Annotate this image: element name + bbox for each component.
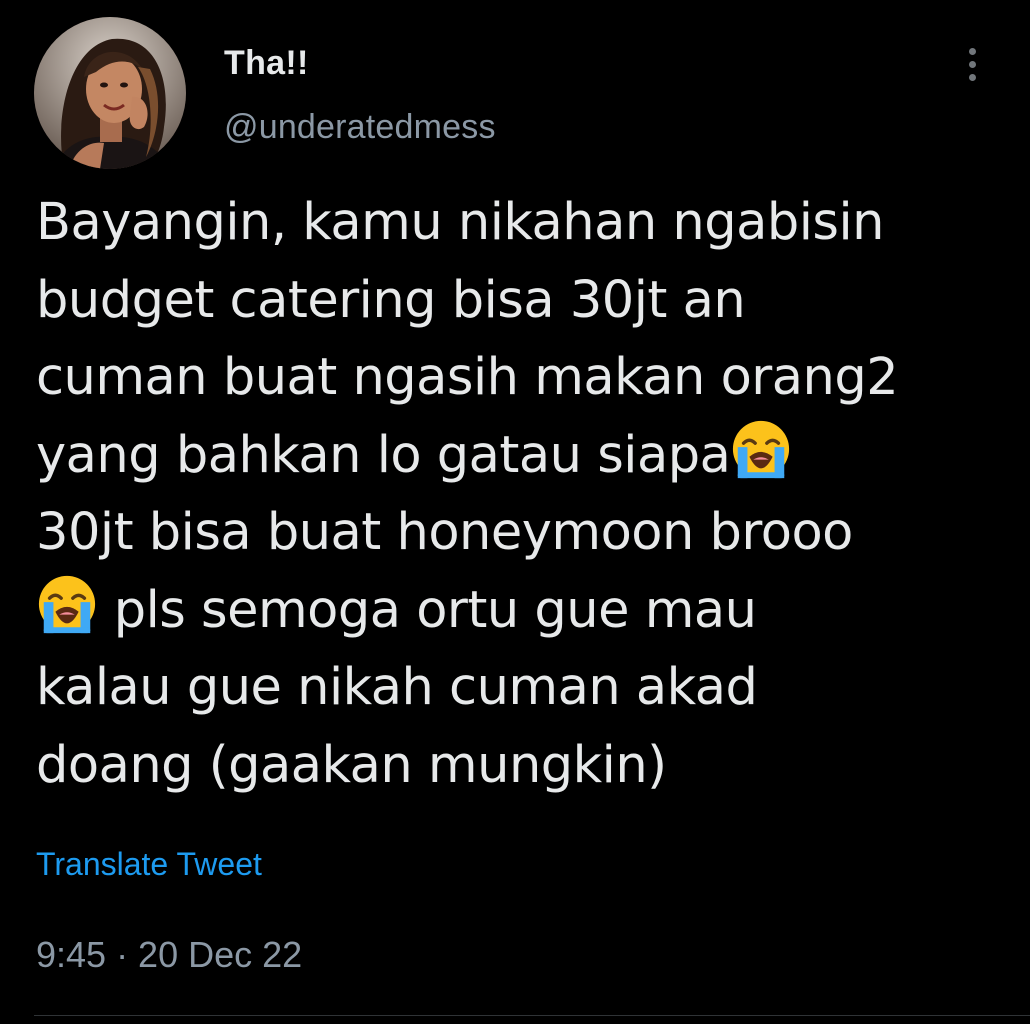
tweet-line: yang bahkan lo gatau siapa xyxy=(36,417,996,495)
more-options-button[interactable] xyxy=(950,40,994,88)
tweet-line: doang (gaakan mungkin) xyxy=(36,735,667,795)
display-name[interactable]: Tha!! xyxy=(224,44,309,83)
tweet-line: pls semoga ortu gue mau xyxy=(36,572,996,650)
tweet-line: cuman buat ngasih makan orang2 xyxy=(36,348,899,407)
user-handle[interactable]: @underatedmess xyxy=(224,108,496,147)
tweet-line: budget catering bisa 30jt an xyxy=(36,270,746,330)
tweet-text: Bayangin, kamu nikahan ngabisin budget c… xyxy=(36,184,996,804)
loudly-crying-face-icon xyxy=(38,575,96,633)
more-dot-icon xyxy=(968,73,976,81)
more-dot-icon xyxy=(968,47,976,55)
tweet-line: Bayangin, kamu nikahan ngabisin xyxy=(36,193,884,252)
tweet-timestamp[interactable]: 9:45 · 20 Dec 22 xyxy=(36,934,302,976)
avatar[interactable] xyxy=(34,17,186,169)
more-dot-icon xyxy=(968,60,976,68)
loudly-crying-face-icon xyxy=(733,420,790,478)
divider xyxy=(34,1015,1030,1016)
tweet-line: kalau gue nikah cuman akad xyxy=(36,658,758,717)
tweet: Tha!! @underatedmess Bayangin, kamu nika… xyxy=(0,0,1030,1024)
tweet-line: 30jt bisa buat honeymoon brooo xyxy=(36,503,853,562)
tweet-line-text: pls semoga ortu gue mau xyxy=(98,580,757,640)
avatar-photo xyxy=(34,17,186,169)
tweet-line-text: yang bahkan lo gatau siapa xyxy=(36,425,731,485)
translate-tweet-link[interactable]: Translate Tweet xyxy=(36,846,262,883)
